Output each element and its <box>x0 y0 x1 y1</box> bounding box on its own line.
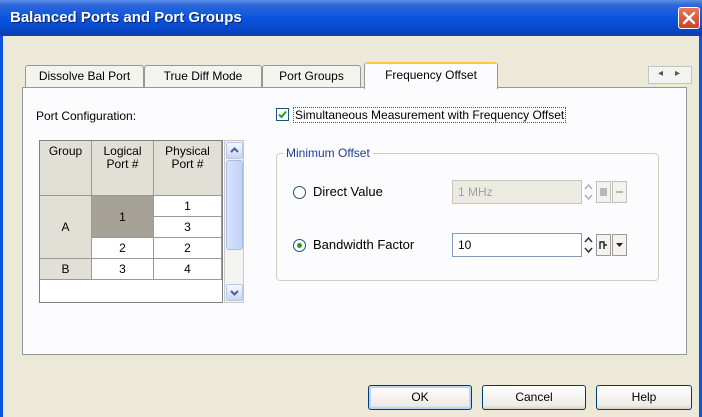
bandwidth-factor-radio[interactable] <box>293 239 306 252</box>
direct-value-dropdown[interactable] <box>612 181 627 203</box>
bandwidth-factor-label[interactable]: Bandwidth Factor <box>313 237 414 252</box>
port-config-label: Port Configuration: <box>36 109 137 123</box>
direct-value-units-button[interactable] <box>596 181 611 203</box>
tab-scroll-arrows[interactable]: ◂ ▸ <box>648 66 692 84</box>
dropdown-icon <box>616 191 623 193</box>
tab-scroll-right-icon[interactable]: ▸ <box>675 68 680 79</box>
logical-port-cell[interactable]: 3 <box>92 259 154 280</box>
tab-port-groups[interactable]: Port Groups <box>262 65 361 87</box>
header-logical-port: Logical Port # <box>92 141 154 196</box>
title-bar: Balanced Ports and Port Groups <box>0 0 702 36</box>
spin-arrows-icon <box>584 183 593 201</box>
bandwidth-factor-units-button[interactable] <box>596 234 611 256</box>
window-title: Balanced Ports and Port Groups <box>10 9 242 26</box>
port-config-table[interactable]: Group Logical Port # Physical Port # A 1… <box>39 140 223 303</box>
minimum-offset-group <box>276 153 659 281</box>
scroll-down-button[interactable] <box>226 284 243 301</box>
check-icon <box>278 110 287 119</box>
simultaneous-checkbox[interactable] <box>276 108 289 121</box>
close-icon <box>682 11 696 25</box>
units-icon <box>600 188 607 196</box>
direct-value-input[interactable]: 1 MHz <box>452 180 582 204</box>
tab-scroll-left-icon[interactable]: ◂ <box>658 68 663 79</box>
tab-dissolve-bal-port[interactable]: Dissolve Bal Port <box>25 65 144 87</box>
simultaneous-label[interactable]: Simultaneous Measurement with Frequency … <box>293 107 567 123</box>
direct-value-spinner[interactable] <box>583 180 594 204</box>
bandwidth-factor-dropdown[interactable] <box>612 234 627 256</box>
group-cell-b[interactable]: B <box>40 259 92 280</box>
ok-button[interactable]: OK <box>368 385 472 410</box>
group-cell-a[interactable]: A <box>40 196 92 259</box>
header-physical-port: Physical Port # <box>154 141 222 196</box>
scroll-up-button[interactable] <box>226 142 243 159</box>
physical-port-cell[interactable]: 4 <box>154 259 222 280</box>
spin-arrows-icon <box>584 236 593 254</box>
logical-port-cell[interactable]: 2 <box>92 238 154 259</box>
direct-value-radio[interactable] <box>293 186 306 199</box>
physical-port-cell[interactable]: 2 <box>154 238 222 259</box>
header-group: Group <box>40 141 92 196</box>
tab-true-diff-mode[interactable]: True Diff Mode <box>144 65 262 87</box>
table-scrollbar[interactable] <box>224 140 244 303</box>
tab-frequency-offset[interactable]: Frequency Offset <box>364 62 498 89</box>
bandwidth-factor-spinner[interactable] <box>583 233 594 257</box>
chevron-down-icon <box>230 290 239 296</box>
bandwidth-factor-input[interactable]: 10 <box>452 233 582 257</box>
close-button[interactable] <box>678 7 700 29</box>
chevron-up-icon <box>230 147 239 153</box>
dropdown-arrow-icon <box>616 243 623 247</box>
cancel-button[interactable]: Cancel <box>482 385 586 410</box>
units-icon <box>599 241 607 249</box>
scroll-thumb[interactable] <box>226 160 243 250</box>
minimum-offset-legend: Minimum Offset <box>283 146 373 160</box>
physical-port-cell[interactable]: 3 <box>154 217 222 238</box>
physical-port-cell[interactable]: 1 <box>154 196 222 217</box>
logical-port-cell[interactable]: 1 <box>92 196 154 238</box>
help-button[interactable]: Help <box>596 385 692 410</box>
direct-value-label[interactable]: Direct Value <box>313 184 383 199</box>
radio-selected-dot <box>297 243 302 248</box>
